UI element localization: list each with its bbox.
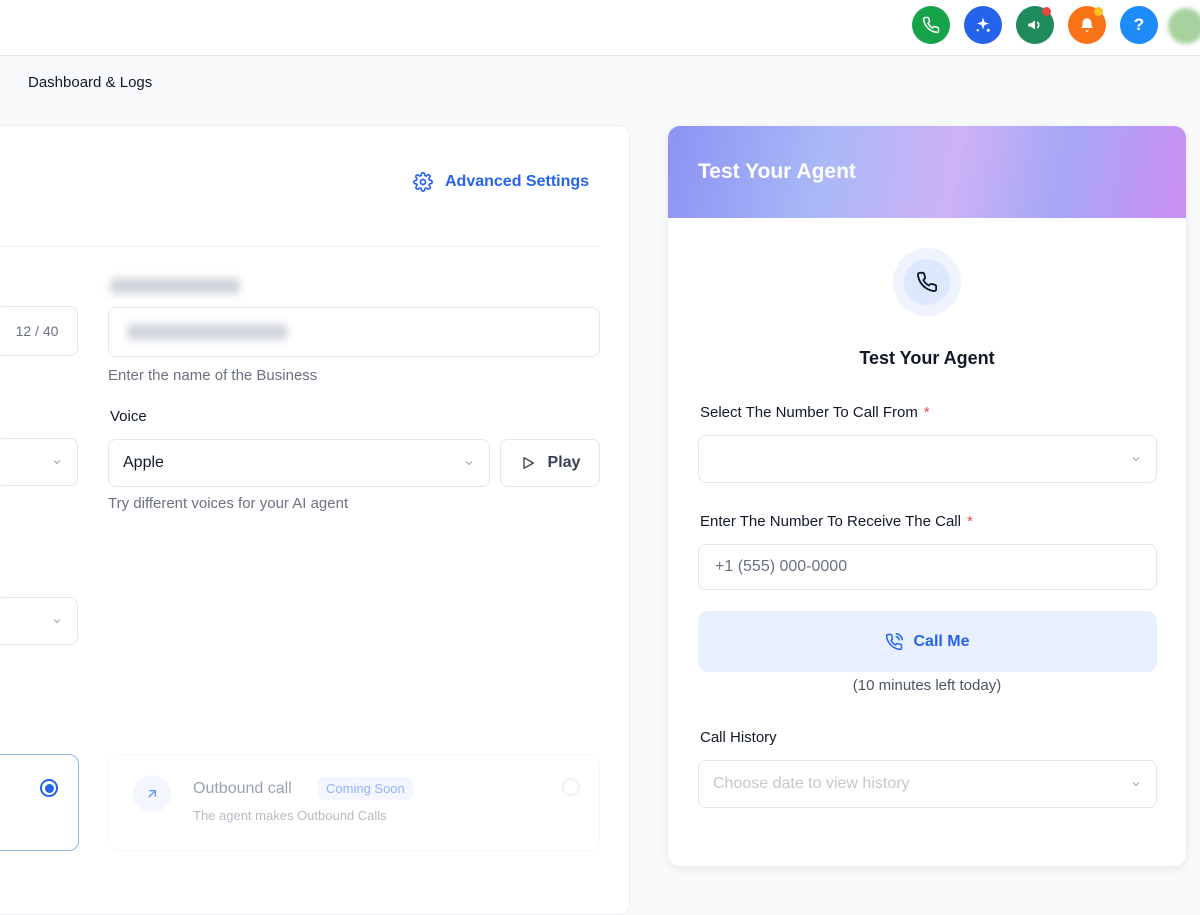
chevron-down-icon	[465, 461, 473, 466]
receive-number-label: Enter The Number To Receive The Call *	[700, 513, 973, 530]
ai-sparkle-button[interactable]	[964, 6, 1002, 44]
test-agent-title: Test Your Agent	[859, 348, 995, 368]
call-from-label-text: Select The Number To Call From	[700, 404, 918, 421]
test-agent-header-title: Test Your Agent	[698, 160, 856, 183]
section-divider	[0, 246, 600, 247]
chevron-down-icon	[1132, 457, 1140, 462]
advanced-settings-link[interactable]: Advanced Settings	[413, 172, 589, 192]
outbound-call-title: Outbound call	[193, 780, 292, 797]
receive-number-label-text: Enter The Number To Receive The Call	[700, 513, 961, 530]
required-mark: *	[966, 513, 973, 530]
phone-button[interactable]	[912, 6, 950, 44]
phone-icon	[922, 16, 940, 34]
call-history-placeholder: Choose date to view history	[713, 775, 910, 792]
minutes-left-text: (10 minutes left today)	[852, 677, 1002, 694]
voice-select[interactable]: Apple	[108, 439, 490, 487]
announcements-button[interactable]	[1016, 6, 1054, 44]
chevron-down-icon	[1132, 782, 1140, 787]
inbound-call-radio[interactable]	[40, 779, 58, 797]
outbound-call-radio	[562, 778, 580, 796]
agent-name-counter[interactable]: 12 / 40	[0, 306, 78, 356]
notifications-button[interactable]	[1068, 6, 1106, 44]
gear-icon	[413, 172, 433, 192]
business-name-input[interactable]	[108, 307, 600, 357]
play-label: Play	[547, 454, 581, 471]
help-icon: ?	[1133, 15, 1145, 34]
outbound-call-card	[108, 754, 600, 851]
topbar-icon-group: ?	[912, 6, 1158, 44]
megaphone-icon	[1028, 20, 1040, 30]
advanced-settings-label: Advanced Settings	[445, 173, 590, 190]
outbound-call-description: The agent makes Outbound Calls	[193, 808, 387, 823]
bell-icon	[1081, 18, 1093, 32]
phone-badge-inner	[904, 259, 950, 305]
call-from-label: Select The Number To Call From *	[700, 404, 930, 421]
business-name-help: Enter the name of the Business	[108, 367, 318, 384]
test-agent-header: Test Your Agent	[668, 126, 1186, 218]
secondary-select[interactable]	[0, 597, 78, 645]
phone-icon	[917, 271, 938, 292]
play-icon	[522, 457, 534, 469]
outbound-arrow-badge	[133, 775, 171, 813]
voice-label: Voice	[110, 408, 147, 425]
sparkle-icon	[976, 17, 990, 32]
call-history-select[interactable]: Choose date to view history	[698, 760, 1157, 808]
phone-call-icon	[886, 632, 904, 650]
chevron-down-icon	[53, 619, 61, 624]
receive-number-field[interactable]	[698, 544, 1157, 590]
business-name-label-redacted	[110, 278, 240, 294]
breadcrumb[interactable]: Dashboard & Logs	[28, 74, 152, 91]
voice-select-value: Apple	[123, 454, 164, 471]
inbound-call-card[interactable]	[0, 754, 79, 851]
language-select[interactable]	[0, 438, 78, 486]
play-voice-button[interactable]: Play	[500, 439, 600, 487]
coming-soon-badge: Coming Soon	[318, 777, 413, 800]
arrow-up-right-icon	[148, 790, 156, 798]
announcement-badge	[1042, 7, 1051, 16]
avatar[interactable]	[1168, 8, 1200, 44]
call-from-select[interactable]	[698, 435, 1157, 483]
top-bar: ?	[0, 0, 1200, 56]
call-me-button[interactable]: Call Me	[698, 611, 1157, 672]
call-me-label: Call Me	[913, 632, 970, 650]
voice-help: Try different voices for your AI agent	[108, 495, 349, 512]
chevron-down-icon	[53, 460, 61, 465]
receive-number-input[interactable]	[715, 558, 1140, 576]
business-name-value-redacted	[127, 324, 287, 340]
required-mark: *	[923, 404, 930, 421]
test-agent-panel: Test Your Agent	[668, 126, 1186, 866]
call-history-label: Call History	[700, 729, 777, 746]
help-button[interactable]: ?	[1120, 6, 1158, 44]
notification-badge	[1094, 7, 1103, 16]
test-agent-phone-badge	[893, 248, 961, 316]
